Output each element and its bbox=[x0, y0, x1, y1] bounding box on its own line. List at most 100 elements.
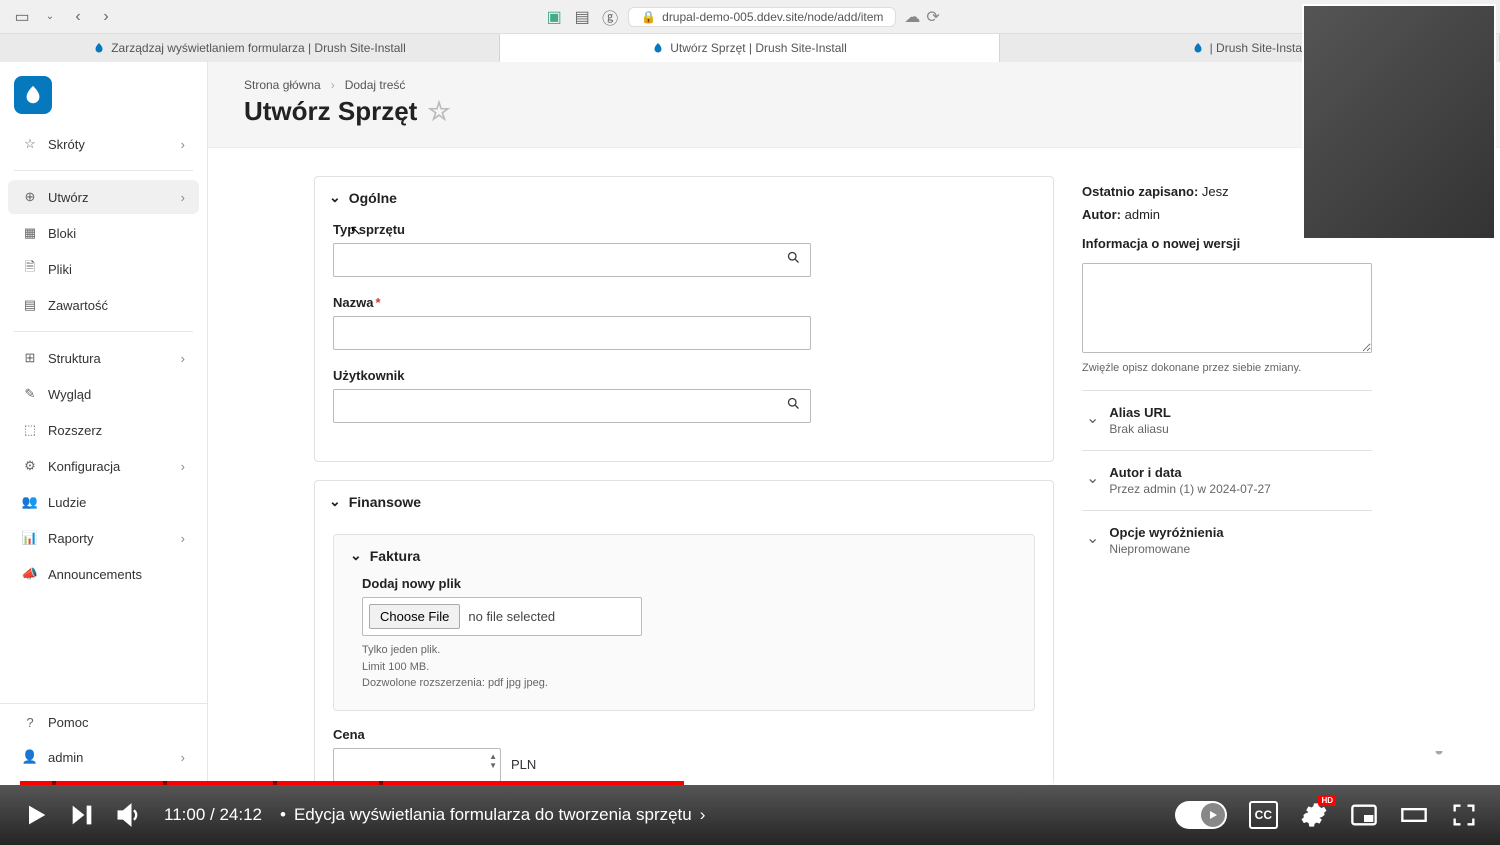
captions-button[interactable]: CC bbox=[1249, 801, 1278, 829]
help-icon: ? bbox=[22, 714, 38, 730]
input-user[interactable] bbox=[333, 389, 811, 423]
panel-general: ⌄ Ogólne Typ sprzętu Nazwa* bbox=[314, 176, 1054, 462]
plus-circle-icon: ⊕ bbox=[22, 189, 38, 205]
video-player-bar: 11:00 / 24:12 • Edycja wyświetlania form… bbox=[0, 785, 1500, 845]
chevron-down-icon: ⌄ bbox=[1086, 468, 1099, 488]
sidebar-item-files[interactable]: 🗎 Pliki bbox=[8, 252, 199, 286]
chevron-down-icon: ⌄ bbox=[1086, 408, 1099, 428]
label-name: Nazwa* bbox=[333, 295, 1035, 310]
drupal-logo[interactable] bbox=[14, 76, 52, 114]
meta-section-alias[interactable]: ⌄ Alias URL Brak aliasu bbox=[1082, 390, 1372, 450]
panel-header-invoice[interactable]: ⌄ Faktura bbox=[334, 535, 1034, 576]
sidebar-item-shortcuts[interactable]: ☆ Skróty › bbox=[8, 127, 199, 161]
translate-icon[interactable]: ⓖ bbox=[600, 7, 620, 27]
favorite-star-icon[interactable]: ☆ bbox=[427, 96, 450, 127]
drupal-icon bbox=[93, 42, 105, 54]
list-icon: ▤ bbox=[22, 297, 38, 313]
sidebar-item-people[interactable]: 👥 Ludzie bbox=[8, 485, 199, 519]
webcam-overlay bbox=[1302, 4, 1496, 240]
autoplay-toggle[interactable] bbox=[1175, 801, 1227, 829]
puzzle-icon: ⬚ bbox=[22, 422, 38, 438]
admin-sidebar: ☆ Skróty › ⊕ Utwórz › ▦ Bloki 🗎 Pliki ▤ … bbox=[0, 62, 208, 785]
drupal-icon bbox=[22, 84, 44, 106]
chevron-right-icon: › bbox=[181, 459, 185, 474]
stepper-up-icon[interactable]: ▲ bbox=[489, 752, 497, 761]
file-status: no file selected bbox=[468, 609, 555, 624]
next-button[interactable] bbox=[68, 801, 96, 829]
volume-button[interactable] bbox=[114, 801, 142, 829]
meta-section-author[interactable]: ⌄ Autor i data Przez admin (1) w 2024-07… bbox=[1082, 450, 1372, 510]
sidebar-item-structure[interactable]: ⊞ Struktura › bbox=[8, 341, 199, 375]
breadcrumb-add[interactable]: Dodaj treść bbox=[345, 78, 406, 92]
structure-icon: ⊞ bbox=[22, 350, 38, 366]
file-upload-row: Choose File no file selected bbox=[362, 597, 642, 636]
meta-sidebar: Ostatnio zapisano: Jesz Autor: admin Inf… bbox=[1082, 176, 1372, 757]
star-icon: ☆ bbox=[22, 136, 38, 152]
time-display: 11:00 / 24:12 bbox=[164, 805, 262, 825]
chapter-title[interactable]: • Edycja wyświetlania formularza do twor… bbox=[280, 805, 705, 825]
miniplayer-button[interactable] bbox=[1350, 801, 1378, 829]
shield-icon[interactable]: ▣ bbox=[544, 7, 564, 27]
sidebar-item-extend[interactable]: ⬚ Rozszerz bbox=[8, 413, 199, 447]
theater-button[interactable] bbox=[1400, 801, 1428, 829]
progress-bar[interactable] bbox=[20, 781, 1480, 785]
panel-header-financial[interactable]: ⌄ Finansowe bbox=[315, 481, 1053, 522]
sidebar-toggle-icon[interactable]: ▭ bbox=[12, 7, 32, 27]
lock-icon: 🔒 bbox=[641, 10, 656, 24]
cloud-icon[interactable]: ☁ bbox=[904, 7, 920, 27]
hd-badge: HD bbox=[1318, 795, 1336, 806]
drupal-icon bbox=[1192, 42, 1204, 54]
panel-financial: ⌄ Finansowe ⌄ Faktura Dodaj nowy plik bbox=[314, 480, 1054, 785]
sidebar-item-create[interactable]: ⊕ Utwórz › bbox=[8, 180, 199, 214]
label-user: Użytkownik bbox=[333, 368, 1035, 383]
file-upload-help: Tylko jeden plik. Limit 100 MB. Dozwolon… bbox=[362, 642, 1006, 692]
page-title: Utwórz Sprzęt ☆ bbox=[244, 96, 1464, 127]
sidebar-item-announcements[interactable]: 📣 Announcements bbox=[8, 557, 199, 591]
stepper-down-icon[interactable]: ▼ bbox=[489, 761, 497, 770]
breadcrumb: Strona główna › Dodaj treść bbox=[244, 78, 1464, 92]
browser-toolbar: ▭ ⌄ ‹ › ▣ ▤ ⓖ 🔒 drupal-demo-005.ddev.sit… bbox=[0, 0, 1500, 34]
reader-icon[interactable]: ▤ bbox=[572, 7, 592, 27]
chart-icon: 📊 bbox=[22, 530, 38, 546]
input-name[interactable] bbox=[333, 316, 811, 350]
chevron-right-icon: › bbox=[331, 78, 335, 92]
sidebar-item-config[interactable]: ⚙ Konfiguracja › bbox=[8, 449, 199, 483]
dropdown-icon[interactable]: ⌄ bbox=[40, 7, 60, 27]
revision-textarea[interactable] bbox=[1082, 263, 1372, 353]
sidebar-item-content[interactable]: ▤ Zawartość bbox=[8, 288, 199, 322]
revision-help: Zwięźle opisz dokonane przez siebie zmia… bbox=[1082, 362, 1372, 374]
fullscreen-button[interactable] bbox=[1450, 801, 1478, 829]
browser-tabs: Zarządzaj wyświetlaniem formularza | Dru… bbox=[0, 34, 1500, 62]
sidebar-item-admin[interactable]: 👤 admin › bbox=[8, 740, 199, 774]
chevron-right-icon: › bbox=[181, 531, 185, 546]
input-price[interactable] bbox=[333, 748, 501, 782]
choose-file-button[interactable]: Choose File bbox=[369, 604, 460, 629]
forward-icon[interactable]: › bbox=[96, 7, 116, 27]
address-bar[interactable]: 🔒 drupal-demo-005.ddev.site/node/add/ite… bbox=[628, 7, 896, 27]
reload-icon[interactable]: ⟳ bbox=[926, 7, 939, 27]
play-button[interactable] bbox=[22, 801, 50, 829]
label-add-file: Dodaj nowy plik bbox=[362, 576, 1006, 591]
chevron-down-icon: ⌄ bbox=[1086, 528, 1099, 548]
browser-tab-2[interactable]: Utwórz Sprzęt | Drush Site-Install bbox=[500, 34, 1000, 62]
sidebar-item-reports[interactable]: 📊 Raporty › bbox=[8, 521, 199, 555]
sidebar-item-help[interactable]: ? Pomoc bbox=[8, 705, 199, 739]
chevron-right-icon: › bbox=[181, 750, 185, 765]
chevron-right-icon: › bbox=[181, 351, 185, 366]
label-type: Typ sprzętu bbox=[333, 222, 1035, 237]
sidebar-item-blocks[interactable]: ▦ Bloki bbox=[8, 216, 199, 250]
meta-section-promo[interactable]: ⌄ Opcje wyróżnienia Niepromowane bbox=[1082, 510, 1372, 570]
sub-panel-invoice: ⌄ Faktura Dodaj nowy plik Choose File no… bbox=[333, 534, 1035, 711]
brush-icon: ✎ bbox=[22, 386, 38, 402]
panel-header-general[interactable]: ⌄ Ogólne bbox=[315, 177, 1053, 218]
input-equipment-type[interactable] bbox=[333, 243, 811, 277]
back-icon[interactable]: ‹ bbox=[68, 7, 88, 27]
settings-button[interactable]: HD bbox=[1300, 801, 1328, 829]
channel-watermark[interactable] bbox=[1418, 723, 1460, 765]
browser-tab-1[interactable]: Zarządzaj wyświetlaniem formularza | Dru… bbox=[0, 34, 500, 62]
sidebar-item-appearance[interactable]: ✎ Wygląd bbox=[8, 377, 199, 411]
breadcrumb-home[interactable]: Strona główna bbox=[244, 78, 321, 92]
sliders-icon: ⚙ bbox=[22, 458, 38, 474]
file-icon: 🗎 bbox=[22, 261, 38, 277]
people-icon: 👥 bbox=[22, 494, 38, 510]
